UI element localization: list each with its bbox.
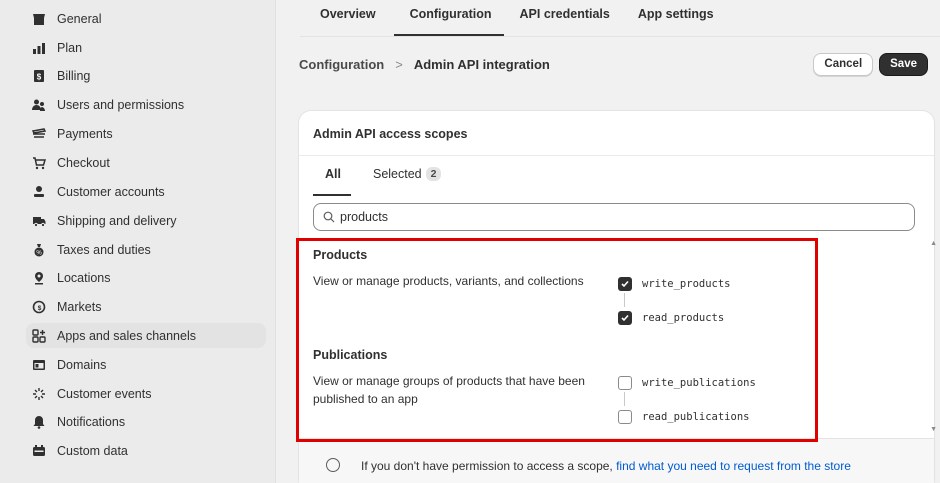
sidebar-item-label: Shipping and delivery (57, 213, 177, 228)
info-icon (326, 458, 340, 472)
highlight-box (296, 238, 818, 442)
tab-all-label: All (325, 167, 341, 181)
users-icon (32, 98, 46, 112)
permission-info-banner: If you don't have permission to access a… (299, 438, 934, 483)
sidebar-item-notifications[interactable]: Notifications (26, 409, 266, 434)
info-text: If you don't have permission to access a… (361, 459, 851, 473)
sidebar-item-markets[interactable]: $ Markets (26, 294, 266, 319)
chevron-right-icon: > (395, 56, 403, 72)
sidebar-item-label: Apps and sales channels (57, 328, 196, 343)
selected-count-badge: 2 (425, 167, 442, 181)
taxes-icon: % (32, 243, 46, 257)
sidebar-item-billing[interactable]: $ Billing (26, 63, 266, 88)
sidebar-item-plan[interactable]: Plan (26, 35, 266, 60)
domain-icon (32, 358, 46, 372)
scroll-down-arrow-icon[interactable]: ▼ (930, 426, 937, 433)
request-scope-link[interactable]: find what you need to request from the s… (616, 459, 851, 473)
person-icon (32, 185, 46, 199)
custom-data-icon (32, 444, 46, 458)
sidebar-item-label: Notifications (57, 414, 126, 429)
sidebar-item-label: Domains (57, 357, 107, 372)
search-input[interactable] (340, 210, 900, 224)
search-icon (323, 211, 335, 223)
sidebar-item-apps-and-sales-channels[interactable]: Apps and sales channels (26, 323, 266, 348)
scope-tabs: All Selected 2 (313, 161, 454, 196)
sidebar-item-label: Custom data (57, 443, 128, 458)
svg-text:$: $ (37, 72, 42, 81)
events-icon (32, 387, 46, 401)
sidebar-item-customer-events[interactable]: Customer events (26, 381, 266, 406)
page-title: Admin API integration (413, 56, 550, 72)
sidebar-item-label: Users and permissions (57, 97, 185, 112)
globe-icon: $ (32, 300, 46, 314)
svg-text:$: $ (38, 305, 42, 312)
header-actions: Cancel Save (813, 52, 928, 76)
sidebar-item-custom-data[interactable]: Custom data (26, 438, 266, 463)
tab-app-settings[interactable]: App settings (624, 0, 728, 36)
scope-search-field[interactable] (313, 203, 915, 231)
sidebar-item-checkout[interactable]: Checkout (26, 150, 266, 175)
sidebar-item-users-and-permissions[interactable]: Users and permissions (26, 92, 266, 117)
sidebar-item-taxes-and-duties[interactable]: % Taxes and duties (26, 237, 266, 262)
svg-text:%: % (36, 250, 42, 256)
tabs-divider (300, 36, 940, 37)
tab-configuration[interactable]: Configuration (393, 0, 504, 36)
tab-overview[interactable]: Overview (300, 0, 390, 36)
sidebar-item-payments[interactable]: Payments (26, 121, 266, 146)
sidebar-item-label: Locations (57, 270, 111, 285)
payments-icon (32, 127, 46, 141)
store-icon (32, 12, 46, 26)
location-icon (32, 271, 46, 285)
sidebar-item-label: Customer events (57, 386, 152, 401)
tab-api-credentials[interactable]: API credentials (504, 0, 624, 36)
breadcrumb-configuration[interactable]: Configuration (299, 57, 384, 72)
bell-icon (32, 415, 46, 429)
tab-selected[interactable]: Selected 2 (361, 161, 454, 193)
sidebar-item-general[interactable]: General (26, 6, 266, 31)
sidebar-item-shipping-and-delivery[interactable]: Shipping and delivery (26, 208, 266, 233)
apps-icon (32, 328, 46, 343)
cart-icon (32, 156, 46, 170)
sidebar-item-label: Checkout (57, 155, 110, 170)
tab-selected-label: Selected (372, 167, 422, 181)
tab-all[interactable]: All (313, 161, 353, 196)
sidebar-item-locations[interactable]: Locations (26, 265, 266, 290)
sidebar-item-customer-accounts[interactable]: Customer accounts (26, 179, 266, 204)
sidebar-item-label: Markets (57, 299, 102, 314)
sidebar-item-label: Plan (57, 40, 83, 55)
card-title: Admin API access scopes (313, 127, 468, 141)
save-button[interactable]: Save (879, 52, 928, 76)
app-tabs: Overview Configuration API credentials A… (300, 0, 728, 36)
info-message: If you don't have permission to access a… (361, 459, 617, 473)
billing-icon: $ (32, 69, 46, 83)
sidebar-item-label: Payments (57, 126, 113, 141)
page-header: Configuration > Admin API integration Ca… (299, 52, 928, 76)
card-divider (299, 155, 934, 156)
cancel-button[interactable]: Cancel (813, 52, 874, 76)
sidebar-item-label: General (57, 11, 102, 26)
truck-icon (32, 214, 46, 228)
sidebar-item-domains[interactable]: Domains (26, 352, 266, 377)
sidebar-item-label: Customer accounts (57, 184, 165, 199)
scroll-up-arrow-icon[interactable]: ▲ (930, 240, 937, 247)
sidebar-item-label: Taxes and duties (57, 242, 151, 257)
sidebar-item-label: Billing (57, 68, 91, 83)
settings-sidebar: General Plan $ Billing Users and permiss… (0, 0, 276, 483)
plan-icon (32, 41, 46, 55)
